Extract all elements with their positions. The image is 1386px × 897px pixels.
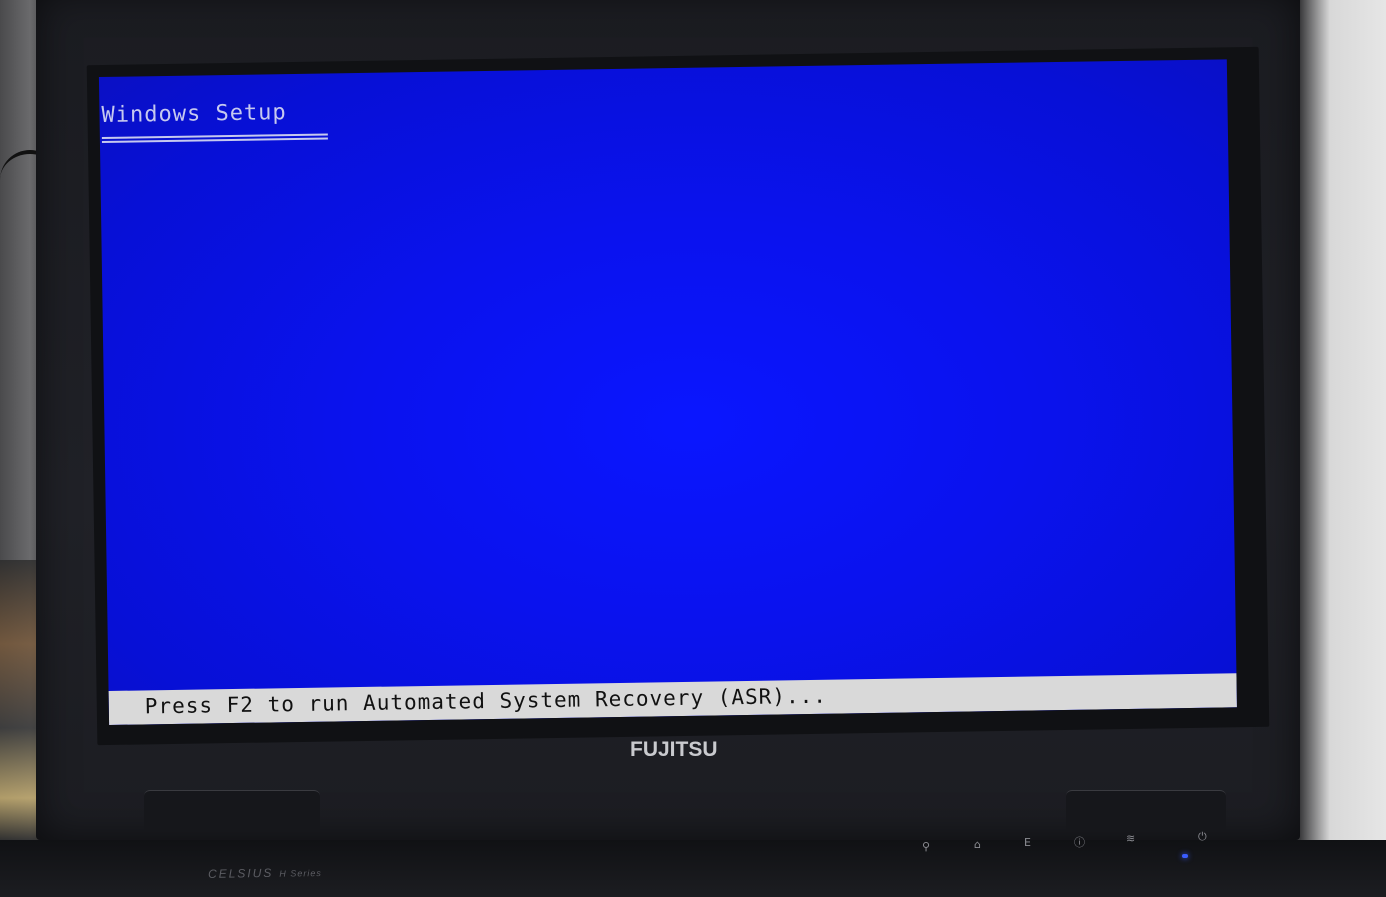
model-series: H Series [279, 868, 322, 879]
setup-title: Windows Setup [101, 100, 287, 129]
model-label: CELSIUS H Series [208, 865, 322, 881]
hinge-left [144, 790, 320, 831]
status-led [1182, 854, 1188, 858]
brand-logo: FUJITSU [630, 738, 718, 761]
search-icon[interactable]: ⚲ [922, 840, 930, 853]
info-icon[interactable]: ⓘ [1074, 834, 1085, 850]
wireless-icon[interactable]: ≋ [1126, 832, 1135, 845]
hotkey-e[interactable]: E [1024, 836, 1031, 849]
status-bar: Press F2 to run Automated System Recover… [108, 673, 1237, 725]
asr-prompt: Press F2 to run Automated System Recover… [144, 683, 828, 719]
hinge-right [1066, 790, 1226, 831]
photo-scene: Windows Setup Press F2 to run Automated … [0, 0, 1386, 897]
title-underline [101, 133, 328, 144]
power-icon[interactable]: ⏻ [1198, 830, 1207, 844]
model-name: CELSIUS [207, 865, 274, 881]
display-frame: Windows Setup Press F2 to run Automated … [86, 46, 1270, 746]
device-icon[interactable]: ⌂ [974, 838, 981, 851]
hotkey-strip: ⚲ ⌂ E ⓘ ≋ ⏻ [910, 830, 1240, 890]
setup-screen: Windows Setup Press F2 to run Automated … [98, 59, 1237, 725]
